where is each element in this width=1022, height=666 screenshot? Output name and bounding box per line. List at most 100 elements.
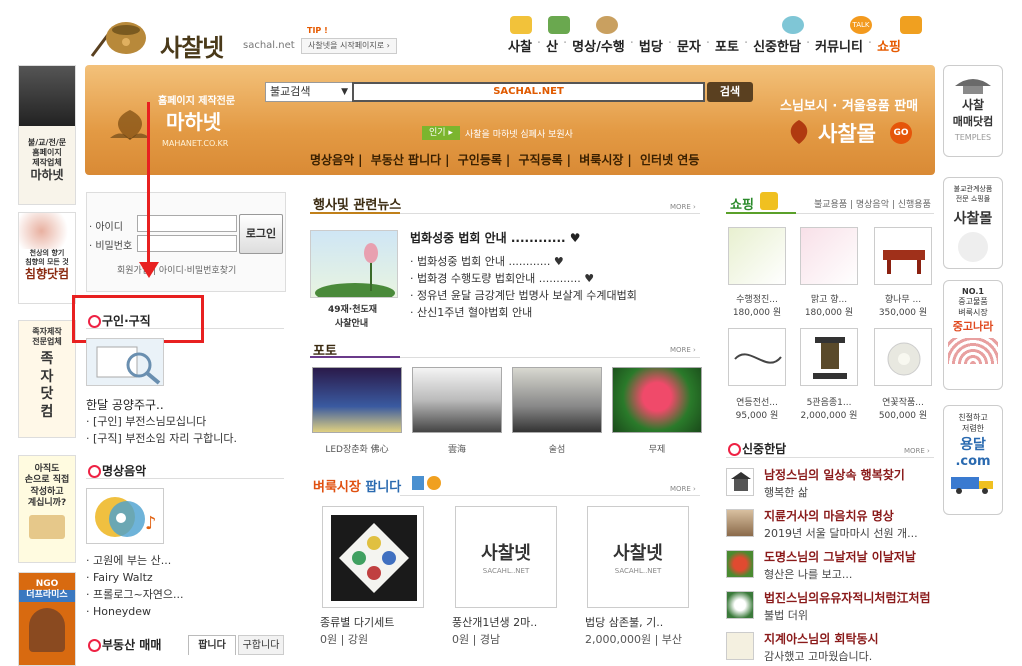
job-headline[interactable]: 한달 공양주구.. <box>86 396 164 413</box>
market-item-image[interactable]: 사찰넷 SACAHL..NET <box>587 506 689 608</box>
logo-pot-icon[interactable] <box>88 10 148 60</box>
music-section-title[interactable]: 명상음악 <box>88 462 146 479</box>
shop-product-name[interactable]: 수행정진... <box>722 292 792 305</box>
market-section-title[interactable]: 벼룩시장 팝니다 <box>313 476 401 495</box>
site-logo[interactable]: 사찰넷 <box>160 28 224 63</box>
sinjung-thumb[interactable] <box>726 632 754 660</box>
shop-ad-name[interactable]: 사찰몰 <box>818 118 876 148</box>
photo-thumb[interactable] <box>312 367 402 433</box>
nav-text[interactable]: 문자 <box>677 36 701 55</box>
nav-mountain[interactable]: 산 <box>546 36 558 55</box>
banner-link-job-post[interactable]: 구인등록 <box>458 153 502 167</box>
left-ad-handwrite[interactable]: 아직도 손으로 직접 작성하고 계십니까? <box>18 455 76 563</box>
nav-meditation[interactable]: 명상/수행 <box>572 36 625 55</box>
popular-keywords[interactable]: 사찰을 마하넷 심폐사 보원사 <box>465 127 573 140</box>
banner-link-realestate[interactable]: 부동산 팝니다 <box>371 153 441 167</box>
events-section-title[interactable]: 행사및 관련뉴스 <box>313 194 401 213</box>
events-item[interactable]: · 정유년 윤달 금강계단 법명사 보살계 수계대법회 <box>410 287 637 304</box>
photo-thumb[interactable] <box>412 367 502 433</box>
shop-product-name[interactable]: 맑고 향... <box>794 292 864 305</box>
market-item-name[interactable]: 법당 삼존불, 기.. <box>585 614 663 630</box>
banner-link-lantern[interactable]: 인터넷 연등 <box>640 153 699 167</box>
nav-dharma-hall[interactable]: 법당 <box>639 36 663 55</box>
realestate-section-title[interactable]: 부동산 매매 <box>88 636 161 653</box>
music-thumbnail[interactable]: ♪ <box>86 488 164 544</box>
nav-photo[interactable]: 포토 <box>715 36 739 55</box>
market-item-name[interactable]: 풍산개1년생 2마.. <box>452 614 537 630</box>
banner-link-market[interactable]: 벼룩시장 <box>579 153 623 167</box>
right-ad-joongonara[interactable]: NO.1 중고물품 벼룩시장 중고나라 <box>943 280 1003 390</box>
sinjung-thumb[interactable] <box>726 509 754 537</box>
shop-product-name[interactable]: 연등전선... <box>722 395 792 408</box>
sinjung-more-link[interactable]: MORE › <box>904 447 930 455</box>
nav-community[interactable]: 커뮤니티 <box>815 36 863 55</box>
shop-product-image[interactable] <box>800 227 858 285</box>
sinjung-item-title[interactable]: 지계아스님의 회탁동시 <box>764 630 879 647</box>
login-button[interactable]: 로그인 <box>239 214 283 254</box>
nav-talk[interactable]: 신중한담 <box>753 36 801 55</box>
shop-product-image[interactable] <box>874 227 932 285</box>
sinjung-thumb[interactable] <box>726 550 754 578</box>
banner-link-music[interactable]: 명상음악 <box>310 153 354 167</box>
shopping-section-title[interactable]: 쇼핑 <box>730 194 754 213</box>
tab-sell[interactable]: 팝니다 <box>188 635 236 655</box>
search-category-select[interactable]: 불교검색 ▼ <box>265 82 353 102</box>
events-item[interactable]: · 산신1주년 혈야법회 안내 <box>410 304 637 321</box>
music-item[interactable]: · 고원에 부는 산... <box>86 552 184 569</box>
photo-thumb[interactable] <box>512 367 602 433</box>
mahanet-ad[interactable]: 마하넷 <box>166 106 221 135</box>
shop-ad-tagline[interactable]: 스님보시 · 겨울용품 판매 <box>780 95 918 114</box>
tab-buy[interactable]: 구합니다 <box>238 635 284 655</box>
market-item-image[interactable] <box>322 506 424 608</box>
lotus-shop-icon <box>784 118 814 146</box>
events-more-link[interactable]: MORE › <box>670 203 696 211</box>
shopping-tabs[interactable]: 불교용품 | 명상음악 | 신행용품 <box>814 197 931 210</box>
market-item-image[interactable]: 사찰넷 SACAHL..NET <box>455 506 557 608</box>
events-headline[interactable]: 법화성중 법회 안내 ............ ♥ <box>410 229 581 246</box>
events-thumbnail[interactable] <box>310 230 398 298</box>
find-account-link[interactable]: 아이디·비밀번호찾기 <box>159 266 236 276</box>
market-item-name[interactable]: 종류별 다기세트 <box>320 614 394 630</box>
left-ad-mahanet[interactable]: 불/교/전/문 홈페이지 제작업체 마하넷 <box>18 65 76 205</box>
right-ad-temples[interactable]: 사찰 매매닷컴 TEMPLES <box>943 65 1003 157</box>
sinjung-thumb[interactable] <box>726 591 754 619</box>
shop-product-image[interactable] <box>728 328 786 386</box>
sinjung-thumb[interactable] <box>726 468 754 496</box>
music-item[interactable]: · Honeydew <box>86 603 184 620</box>
market-more-link[interactable]: MORE › <box>670 485 696 493</box>
right-ad-sachalmall[interactable]: 불교관계상품 전문 쇼핑몰 사찰몰 <box>943 177 1003 269</box>
shop-product-name[interactable]: 5관음종1... <box>794 395 864 408</box>
search-button[interactable]: 검색 <box>707 82 753 102</box>
photo-thumb[interactable] <box>612 367 702 433</box>
nav-temple[interactable]: 사찰 <box>508 36 532 55</box>
shop-product-image[interactable] <box>728 227 786 285</box>
events-item[interactable]: · 법화성중 법회 안내 ............ ♥ <box>410 253 637 270</box>
events-item[interactable]: · 법화경 수행도량 법회안내 ............ ♥ <box>410 270 637 287</box>
login-id-input[interactable] <box>137 215 237 232</box>
sinjung-item-title[interactable]: 도명스님의 그날저날 이날저날 <box>764 548 916 565</box>
shop-product-image[interactable] <box>874 328 932 386</box>
nav-shopping[interactable]: 쇼핑 <box>877 36 901 55</box>
left-ad-jokja[interactable]: 족자제작 전문업체 족 자 닷 컴 <box>18 320 76 438</box>
music-item[interactable]: · 프롤로그~자연으... <box>86 586 184 603</box>
left-ad-chimhyang[interactable]: 천상의 향기 침향의 모든 것 침향닷컴 <box>18 212 76 304</box>
sinjung-section-title[interactable]: 신중한담 <box>728 440 786 457</box>
sinjung-item-title[interactable]: 남정스님의 일상속 행복찾기 <box>764 466 905 483</box>
shop-go-button[interactable]: GO <box>890 122 912 144</box>
shop-product-name[interactable]: 연꽃작품... <box>868 395 938 408</box>
sinjung-item-title[interactable]: 법진스님의유유자적니처럼江처럼 <box>764 589 931 606</box>
banner-link-job-seek[interactable]: 구직등록 <box>519 153 563 167</box>
search-input[interactable]: SACHAL.NET <box>352 82 705 102</box>
login-pw-input[interactable] <box>137 235 237 252</box>
sinjung-item-title[interactable]: 지륜거사의 마음치유 명상 <box>764 507 894 524</box>
shop-product-name[interactable]: 향나무 ... <box>868 292 938 305</box>
right-ad-yongdal[interactable]: 친절하고 저렴한 용달 .com <box>943 405 1003 515</box>
music-item[interactable]: · Fairy Waltz <box>86 569 184 586</box>
set-homepage-button[interactable]: 사찰넷을 시작페이지로 › <box>301 38 397 54</box>
shop-product-image[interactable] <box>800 328 858 386</box>
job-thumbnail[interactable] <box>86 338 164 386</box>
photo-more-link[interactable]: MORE › <box>670 346 696 354</box>
job-item[interactable]: · [구인] 부전스님모십니다 <box>86 413 237 430</box>
left-ad-ngo[interactable]: NGO 더프라미스 <box>18 572 76 666</box>
job-item[interactable]: · [구직] 부전소임 자리 구합니다. <box>86 430 237 447</box>
